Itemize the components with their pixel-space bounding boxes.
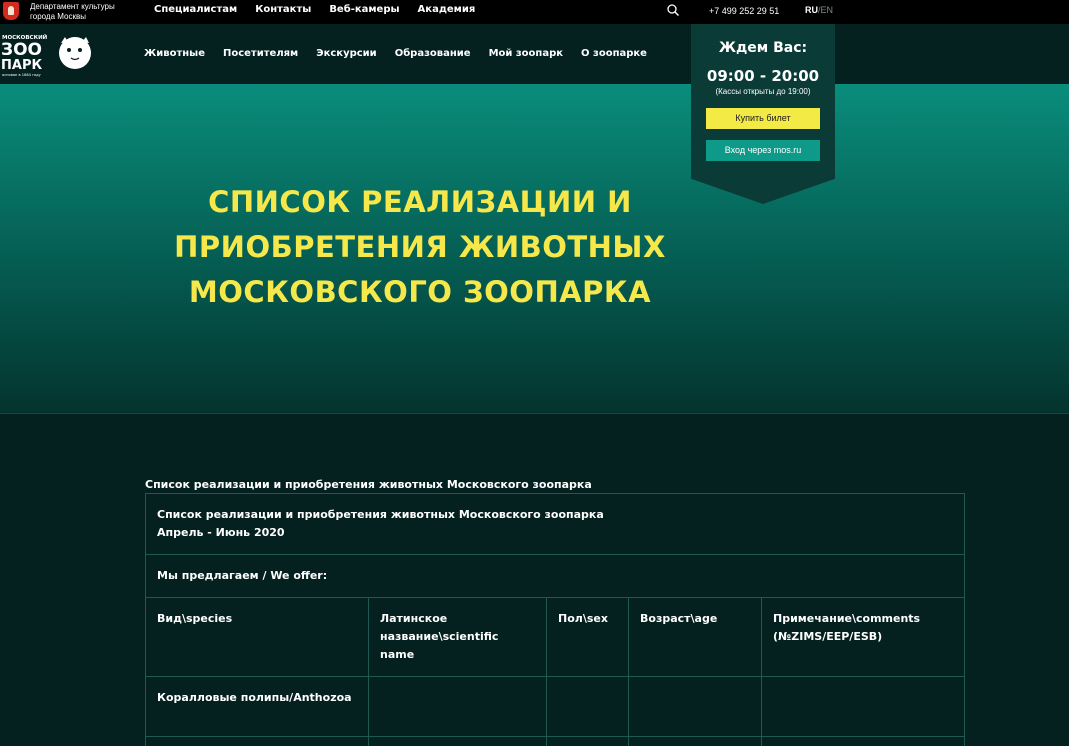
column-header-sex: Пол\sex bbox=[546, 597, 629, 677]
table-row: Коралловые полипы/Anthozoa bbox=[145, 676, 966, 737]
department-line-1: Департамент культуры bbox=[30, 2, 115, 11]
topnav-specialists[interactable]: Специалистам bbox=[154, 4, 237, 15]
main-header: МОСКОВСКИЙ ЗОО ПАРК основан в 1864 году … bbox=[0, 24, 1069, 84]
lang-ru[interactable]: RU bbox=[805, 5, 818, 15]
offer-label: Мы предлагаем / We offer: bbox=[144, 554, 966, 598]
main-nav: Животные Посетителям Экскурсии Образован… bbox=[144, 48, 647, 59]
search-icon[interactable] bbox=[666, 3, 680, 17]
hours-note: (Кассы открыты до 19:00) bbox=[715, 87, 811, 96]
hours-time: 09:00 - 20:00 bbox=[706, 67, 820, 85]
department-link[interactable]: Департамент культуры города Москвы bbox=[30, 2, 115, 22]
nav-excursions[interactable]: Экскурсии bbox=[316, 48, 376, 59]
mos-login-button[interactable]: Вход через mos.ru bbox=[706, 140, 820, 161]
department-line-2: города Москвы bbox=[30, 12, 86, 21]
nav-about-zoo[interactable]: О зоопарке bbox=[581, 48, 647, 59]
nav-animals[interactable]: Животные bbox=[144, 48, 205, 59]
column-header-age: Возраст\age bbox=[628, 597, 762, 677]
animals-table: Список реализации и приобретения животны… bbox=[144, 493, 966, 746]
logo-line-2: ЗОО bbox=[1, 40, 42, 60]
intro-line-2: Апрель - Июнь 2020 bbox=[157, 526, 285, 539]
phone-number[interactable]: +7 499 252 29 51 bbox=[709, 6, 779, 16]
table-cell bbox=[368, 676, 547, 737]
table-row: Мы предлагаем / We offer: bbox=[144, 554, 966, 598]
intro-line-1: Список реализации и приобретения животны… bbox=[157, 508, 604, 521]
table-cell bbox=[546, 676, 629, 737]
table-header-row: Вид\species Латинское название\scientifi… bbox=[145, 597, 966, 677]
topnav-academy[interactable]: Академия bbox=[418, 4, 476, 15]
lang-en[interactable]: EN bbox=[821, 5, 834, 15]
title-line-2: ПРИОБРЕТЕНИЯ ЖИВОТНЫХ bbox=[174, 230, 666, 264]
hours-heading: Ждем Вас: bbox=[718, 40, 808, 56]
title-line-3: МОСКОВСКОГО ЗООПАРКА bbox=[188, 275, 652, 309]
column-header-species: Вид\species bbox=[145, 597, 369, 677]
table-cell bbox=[628, 676, 762, 737]
table-row bbox=[145, 736, 966, 746]
hero-banner: СПИСОК РЕАЛИЗАЦИИ И ПРИОБРЕТЕНИЯ ЖИВОТНЫ… bbox=[0, 84, 1069, 414]
language-switcher: RU/EN bbox=[805, 5, 833, 15]
zoo-logo[interactable]: МОСКОВСКИЙ ЗОО ПАРК основан в 1864 году bbox=[1, 32, 93, 80]
table-intro-cell: Список реализации и приобретения животны… bbox=[144, 493, 966, 555]
page-title: СПИСОК РЕАЛИЗАЦИИ И ПРИОБРЕТЕНИЯ ЖИВОТНЫ… bbox=[120, 180, 720, 315]
buy-ticket-button[interactable]: Купить билет bbox=[706, 108, 820, 129]
manul-cat-icon bbox=[59, 37, 91, 69]
topnav-contacts[interactable]: Контакты bbox=[255, 4, 311, 15]
opening-hours-card: Ждем Вас: 09:00 - 20:00 (Кассы открыты д… bbox=[691, 24, 835, 204]
category-cell: Коралловые полипы/Anthozoa bbox=[145, 676, 369, 737]
nav-education[interactable]: Образование bbox=[395, 48, 471, 59]
table-cell bbox=[546, 736, 629, 746]
logo-line-3: ПАРК bbox=[1, 58, 42, 73]
top-bar: Департамент культуры города Москвы Специ… bbox=[0, 0, 1069, 24]
logo-line-4: основан в 1864 году bbox=[2, 73, 42, 77]
top-nav: Специалистам Контакты Веб-камеры Академи… bbox=[154, 4, 475, 15]
topnav-webcams[interactable]: Веб-камеры bbox=[329, 4, 399, 15]
moscow-emblem-icon[interactable] bbox=[3, 2, 19, 20]
table-cell bbox=[628, 736, 762, 746]
column-header-comments: Примечание\comments (№ZIMS/EEP/ESB) bbox=[760, 597, 966, 677]
table-cell bbox=[760, 736, 966, 746]
table-cell bbox=[368, 736, 547, 746]
table-row: Список реализации и приобретения животны… bbox=[144, 493, 966, 555]
table-cell bbox=[760, 676, 966, 737]
nav-visitors[interactable]: Посетителям bbox=[223, 48, 298, 59]
content-heading: Список реализации и приобретения животны… bbox=[145, 478, 592, 491]
column-header-scientific-name: Латинское название\scientific name bbox=[368, 597, 547, 677]
table-cell bbox=[145, 736, 369, 746]
title-line-1: СПИСОК РЕАЛИЗАЦИИ И bbox=[208, 185, 632, 219]
nav-my-zoo[interactable]: Мой зоопарк bbox=[489, 48, 563, 59]
